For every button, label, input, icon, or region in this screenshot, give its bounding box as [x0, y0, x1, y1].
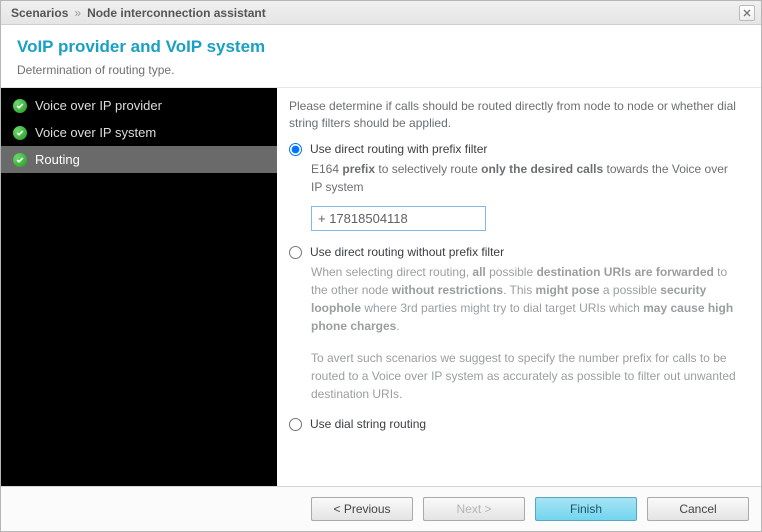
content: Please determine if calls should be rout… [277, 88, 761, 486]
radio-dial-string[interactable] [289, 418, 302, 431]
no-filter-desc2: To avert such scenarios we suggest to sp… [311, 349, 741, 403]
sidebar-item-label: Voice over IP provider [35, 98, 162, 113]
option-label: Use direct routing without prefix filter [310, 245, 504, 259]
prefix-input-row [311, 206, 741, 231]
option-dial-string[interactable]: Use dial string routing [289, 417, 741, 431]
footer: < Previous Next > Finish Cancel [1, 487, 761, 531]
crumb-current: Node interconnection assistant [87, 6, 266, 20]
crumb-scenarios: Scenarios [11, 6, 68, 20]
option-label: Use direct routing with prefix filter [310, 142, 487, 156]
option-prefix-filter-body: E164 prefix to selectively route only th… [311, 160, 741, 231]
check-icon [13, 126, 27, 140]
option-no-filter[interactable]: Use direct routing without prefix filter [289, 245, 741, 259]
option-no-filter-body: When selecting direct routing, all possi… [311, 263, 741, 403]
crumb-sep: » [74, 6, 81, 20]
breadcrumb: Scenarios » Node interconnection assista… [11, 6, 266, 20]
sidebar-item-voip-system[interactable]: Voice over IP system [1, 119, 277, 146]
no-filter-desc1: When selecting direct routing, all possi… [311, 263, 741, 335]
sidebar: Voice over IP provider Voice over IP sys… [1, 88, 277, 486]
option-prefix-filter[interactable]: Use direct routing with prefix filter [289, 142, 741, 156]
intro-text: Please determine if calls should be rout… [289, 98, 741, 132]
sidebar-item-label: Routing [35, 152, 80, 167]
titlebar: Scenarios » Node interconnection assista… [1, 1, 761, 25]
close-icon [743, 9, 751, 17]
finish-button[interactable]: Finish [535, 497, 637, 521]
body: Voice over IP provider Voice over IP sys… [1, 88, 761, 487]
radio-no-filter[interactable] [289, 246, 302, 259]
radio-prefix-filter[interactable] [289, 143, 302, 156]
page-subtitle: Determination of routing type. [17, 63, 745, 77]
cancel-button[interactable]: Cancel [647, 497, 749, 521]
prefix-desc: E164 prefix to selectively route only th… [311, 160, 741, 196]
sidebar-item-routing[interactable]: Routing [1, 146, 277, 173]
sidebar-item-label: Voice over IP system [35, 125, 156, 140]
page-title: VoIP provider and VoIP system [17, 37, 745, 57]
check-icon [13, 153, 27, 167]
close-button[interactable] [739, 5, 755, 21]
prefix-input[interactable] [311, 206, 486, 231]
sidebar-item-voip-provider[interactable]: Voice over IP provider [1, 92, 277, 119]
previous-button[interactable]: < Previous [311, 497, 413, 521]
assistant-window: Scenarios » Node interconnection assista… [0, 0, 762, 532]
next-button: Next > [423, 497, 525, 521]
check-icon [13, 99, 27, 113]
header: VoIP provider and VoIP system Determinat… [1, 25, 761, 88]
option-label: Use dial string routing [310, 417, 426, 431]
